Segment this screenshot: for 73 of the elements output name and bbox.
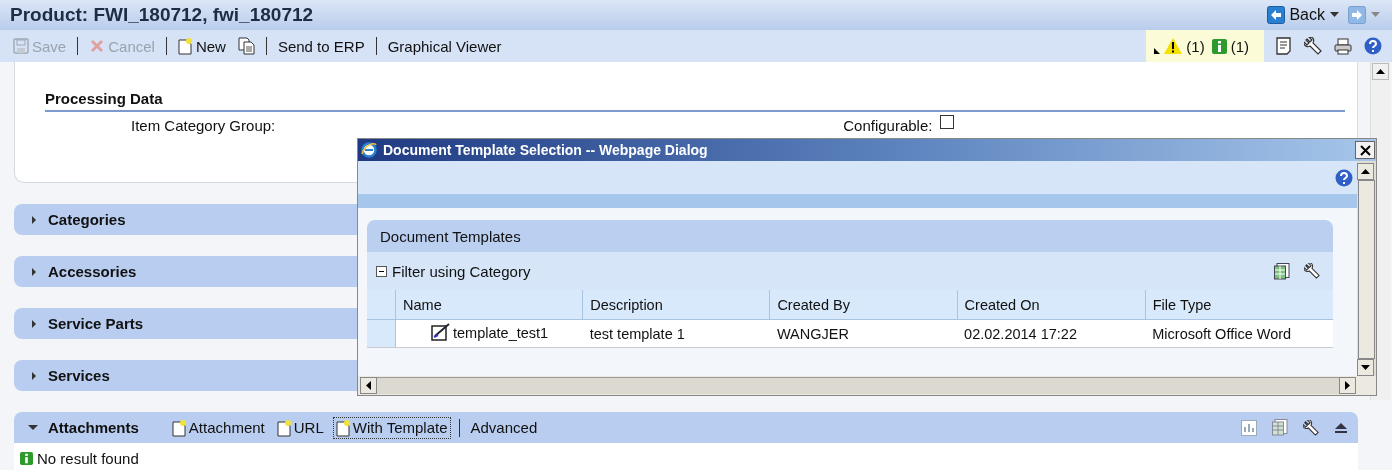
corner-icon <box>1154 48 1161 54</box>
eject-icon[interactable] <box>1334 421 1348 434</box>
column-header[interactable]: Created By <box>769 290 958 320</box>
new-document-icon <box>171 418 187 437</box>
field-label: Configurable: <box>843 117 933 134</box>
close-icon <box>1359 144 1371 156</box>
template-icon <box>431 323 451 341</box>
message-area[interactable]: (1) (1) <box>1146 30 1264 62</box>
new-document-icon <box>335 418 351 437</box>
spreadsheet-icon[interactable] <box>1274 262 1290 280</box>
empty-message: No result found <box>37 449 139 467</box>
wrench-icon[interactable] <box>1304 37 1322 55</box>
table-cell: test template 1 <box>582 319 770 348</box>
column-header[interactable]: File Type <box>1145 290 1333 320</box>
back-button[interactable]: Back <box>1267 6 1325 24</box>
wrench-icon[interactable] <box>1303 419 1319 436</box>
collapse-arrow-icon <box>30 215 38 224</box>
expand-arrow-icon[interactable] <box>28 423 38 432</box>
scroll-thumb[interactable] <box>377 377 1339 394</box>
scroll-up-icon[interactable] <box>1372 63 1389 80</box>
new-document-icon <box>177 37 193 55</box>
printer-icon[interactable] <box>1334 37 1352 55</box>
add-button[interactable]: Attachment <box>168 416 268 439</box>
message-count: (1) <box>1230 37 1249 55</box>
column-header[interactable]: Description <box>582 290 770 320</box>
warning-icon <box>1164 38 1183 54</box>
text-button[interactable]: Send to ERP <box>274 37 368 55</box>
info-icon <box>1211 38 1227 54</box>
field-label: Item Category Group: <box>131 117 276 134</box>
add-button[interactable]: With Template <box>332 416 451 439</box>
filter-toggle[interactable]: Filter using Category <box>376 262 531 280</box>
browser-icon <box>361 142 377 158</box>
table-cell: 02.02.2014 17:22 <box>957 319 1146 348</box>
collapse-arrow-icon <box>30 371 38 380</box>
section-title: Service Parts <box>48 315 144 332</box>
cross-icon <box>89 38 106 54</box>
collapse-arrow-icon <box>30 319 38 328</box>
dialog-title: Document Template Selection -- Webpage Dialog <box>383 142 708 158</box>
scrollbar[interactable] <box>1357 161 1376 376</box>
text-button[interactable]: Graphical Viewer <box>384 37 505 55</box>
scroll-thumb[interactable] <box>1358 180 1375 359</box>
copy-icon <box>237 37 255 55</box>
table-cell[interactable]: template_test1 <box>453 325 549 341</box>
help-icon[interactable] <box>1335 168 1353 187</box>
window-title: Product: FWI_180712, fwi_180712 <box>10 4 314 26</box>
wrench-icon[interactable] <box>1304 262 1320 279</box>
close-button[interactable] <box>1355 141 1375 159</box>
scroll-left-icon[interactable] <box>360 377 377 394</box>
section-title: Attachments <box>48 419 139 436</box>
collapse-arrow-icon <box>30 267 38 276</box>
column-header[interactable]: Name <box>395 290 583 320</box>
message-count: (1) <box>1186 37 1205 55</box>
caret-icon[interactable] <box>1330 12 1339 18</box>
help-icon[interactable] <box>1364 37 1382 55</box>
section-title: Services <box>48 367 110 384</box>
section-title: Processing Data <box>45 62 1345 112</box>
panel-title: Document Templates <box>367 220 1333 252</box>
table-cell: Microsoft Office Word <box>1145 319 1333 348</box>
section-title: Accessories <box>48 263 137 280</box>
scroll-up-icon[interactable] <box>1357 163 1374 180</box>
scroll-down-icon[interactable] <box>1357 359 1374 376</box>
table-cell: WANGJER <box>769 319 958 348</box>
add-button[interactable]: URL <box>273 416 327 439</box>
info-icon <box>20 451 33 465</box>
checkbox[interactable] <box>940 114 955 129</box>
section-title: Categories <box>48 211 126 228</box>
link-button[interactable]: Advanced <box>467 417 541 438</box>
column-header[interactable]: Created On <box>957 290 1146 320</box>
scroll-right-icon[interactable] <box>1339 377 1356 394</box>
minus-box-icon <box>376 265 387 277</box>
new-button[interactable]: New <box>174 37 229 55</box>
notes-icon[interactable] <box>1276 37 1292 55</box>
new-document-icon <box>276 418 292 437</box>
